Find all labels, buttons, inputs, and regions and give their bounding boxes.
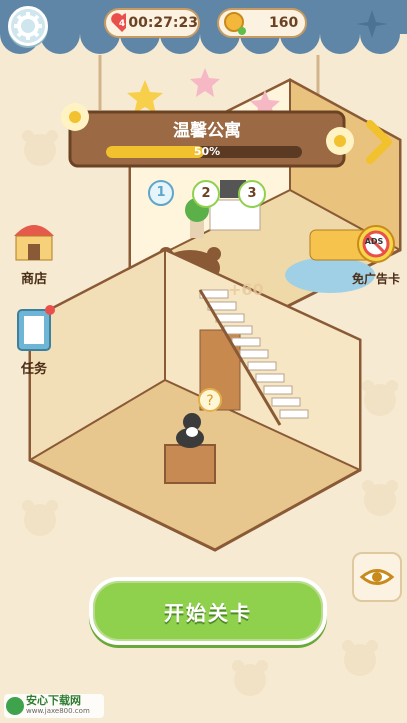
next-house-button[interactable] <box>362 118 394 166</box>
shop-label: 商店 <box>20 272 47 287</box>
shop-button[interactable]: 商店 <box>8 214 60 287</box>
coin-icon <box>224 12 246 35</box>
ad-free-card-button[interactable]: ADS 免广告卡 <box>348 220 404 287</box>
top-curtain <box>0 0 407 54</box>
clipboard-icon <box>17 305 55 351</box>
watermark: 安心下载网 www.jaxe800.com <box>4 694 104 718</box>
heart-icon: 4 <box>111 13 127 33</box>
ad-free-label: 免广告卡 <box>351 272 400 286</box>
lives-timer[interactable]: 4 00:27:23 <box>104 8 200 38</box>
tasks-button[interactable]: 任务 <box>8 304 60 377</box>
settings-button[interactable] <box>8 6 48 46</box>
step-marker-1[interactable]: 1 <box>148 180 174 206</box>
flower-icon <box>61 103 89 131</box>
shop-icon <box>14 225 54 261</box>
tasks-label: 任务 <box>20 362 47 377</box>
step-marker-3[interactable]: 3 <box>238 180 266 208</box>
step-marker-2[interactable]: 2 <box>192 180 220 208</box>
watermark-url: www.jaxe800.com <box>26 707 90 715</box>
progress-text: 50% <box>193 145 221 158</box>
coin-counter[interactable]: 160 <box>217 8 307 38</box>
chevron-right-icon <box>366 120 392 164</box>
eye-icon <box>359 569 395 585</box>
timer-text: 00:27:23 <box>128 15 198 31</box>
svg-text:?: ? <box>206 393 213 409</box>
reward-float-text: +60 <box>228 280 264 299</box>
no-ads-badge: ADS <box>364 237 384 246</box>
watermark-name: 安心下载网 <box>26 694 81 707</box>
watermark-logo-icon <box>6 697 24 715</box>
flower-icon <box>326 127 354 155</box>
coin-count: 160 <box>269 15 299 31</box>
level-banner: 温馨公寓 50% <box>66 110 348 168</box>
start-level-button[interactable]: 开始关卡 <box>89 577 327 645</box>
gear-icon <box>14 12 42 40</box>
svg-text:4: 4 <box>119 19 125 29</box>
view-toggle-button[interactable] <box>352 552 402 602</box>
banner-title: 温馨公寓 <box>173 121 241 141</box>
